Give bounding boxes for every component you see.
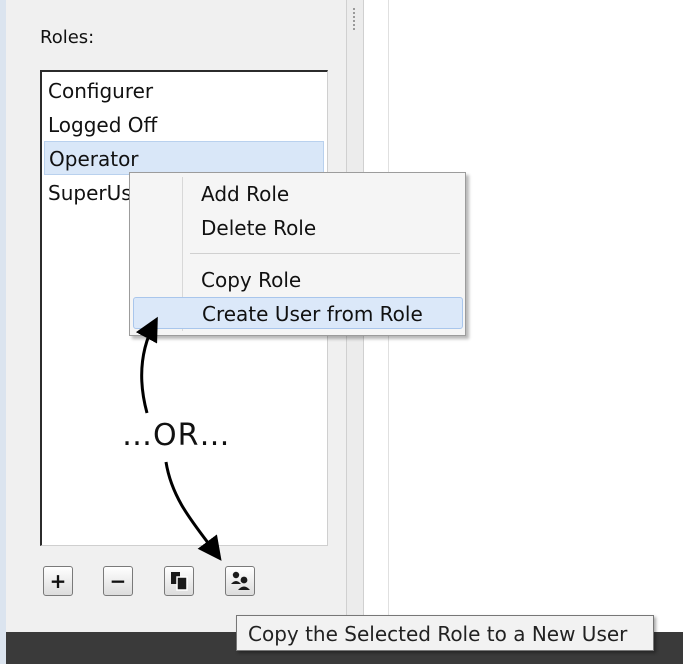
menu-item-delete-role[interactable]: Delete Role: [201, 212, 316, 244]
list-item[interactable]: Configurer: [44, 74, 324, 108]
splitter-grip[interactable]: [353, 8, 355, 30]
create-user-from-role-button[interactable]: [225, 566, 255, 596]
tooltip-text: Copy the Selected Role to a New User: [248, 622, 628, 646]
menu-separator: [190, 253, 460, 254]
copy-role-button[interactable]: [164, 566, 194, 596]
menu-item-add-role[interactable]: Add Role: [201, 178, 289, 210]
or-annotation: …OR…: [122, 418, 231, 453]
add-role-button[interactable]: +: [43, 566, 73, 596]
list-item-selected[interactable]: Operator: [44, 141, 324, 175]
remove-role-button[interactable]: −: [103, 566, 133, 596]
roles-label: Roles:: [40, 27, 95, 48]
menu-item-create-user-from-role[interactable]: Create User from Role: [133, 297, 463, 329]
copy-icon: [171, 572, 188, 591]
plus-icon: +: [49, 569, 67, 593]
menu-item-copy-role[interactable]: Copy Role: [201, 264, 301, 296]
context-menu: Add Role Delete Role Copy Role Create Us…: [129, 172, 466, 336]
tooltip: Copy the Selected Role to a New User: [236, 615, 654, 651]
list-item[interactable]: Logged Off: [44, 108, 324, 142]
users-icon: [231, 571, 250, 590]
minus-icon: −: [109, 569, 127, 593]
